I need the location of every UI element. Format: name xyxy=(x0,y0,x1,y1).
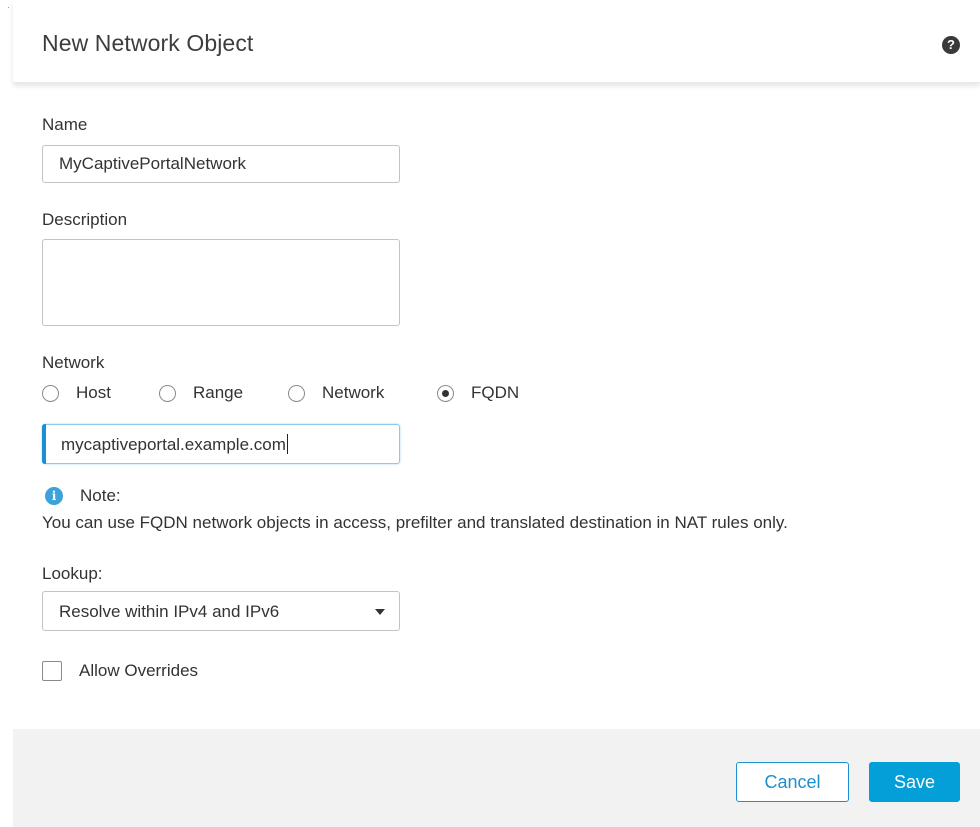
info-icon: i xyxy=(45,487,63,505)
chevron-down-icon xyxy=(375,609,385,615)
name-input[interactable] xyxy=(42,145,400,183)
dialog-title: New Network Object xyxy=(42,30,254,56)
description-textarea[interactable] xyxy=(42,239,400,326)
radio-network-label: Network xyxy=(322,383,385,402)
name-label: Name xyxy=(42,115,88,134)
radio-range-label: Range xyxy=(193,383,244,402)
fqdn-input-value: mycaptiveportal.example.com xyxy=(61,435,286,454)
radio-fqdn-label: FQDN xyxy=(471,383,520,402)
allow-overrides-checkbox[interactable] xyxy=(42,661,62,681)
save-button[interactable]: Save xyxy=(869,762,960,802)
question-circle-icon[interactable]: ? xyxy=(942,36,960,54)
radio-host[interactable]: Host xyxy=(42,382,111,404)
radio-button[interactable] xyxy=(42,384,59,402)
radio-network[interactable]: Network xyxy=(288,382,384,404)
radio-button[interactable] xyxy=(159,384,176,402)
note-text: You can use FQDN network objects in acce… xyxy=(42,513,788,532)
network-label: Network xyxy=(42,353,105,372)
focus-accent-bar xyxy=(42,424,46,464)
radio-button[interactable] xyxy=(288,384,305,402)
radio-host-label: Host xyxy=(76,383,111,402)
lookup-label: Lookup: xyxy=(42,564,103,583)
dialog-header: New Network Object ? xyxy=(13,0,980,83)
fqdn-input[interactable]: mycaptiveportal.example.com xyxy=(42,424,400,464)
radio-button-checked[interactable] xyxy=(437,384,454,402)
description-label: Description xyxy=(42,210,128,229)
corner-dot xyxy=(8,7,9,8)
radio-fqdn[interactable]: FQDN xyxy=(437,382,519,404)
text-caret xyxy=(286,434,288,454)
cancel-button[interactable]: Cancel xyxy=(736,762,849,802)
allow-overrides-label: Allow Overrides xyxy=(79,661,199,680)
lookup-select-value: Resolve within IPv4 and IPv6 xyxy=(59,602,280,621)
lookup-select[interactable]: Resolve within IPv4 and IPv6 xyxy=(42,591,400,631)
note-title: Note: xyxy=(80,486,121,505)
radio-range[interactable]: Range xyxy=(159,382,243,404)
